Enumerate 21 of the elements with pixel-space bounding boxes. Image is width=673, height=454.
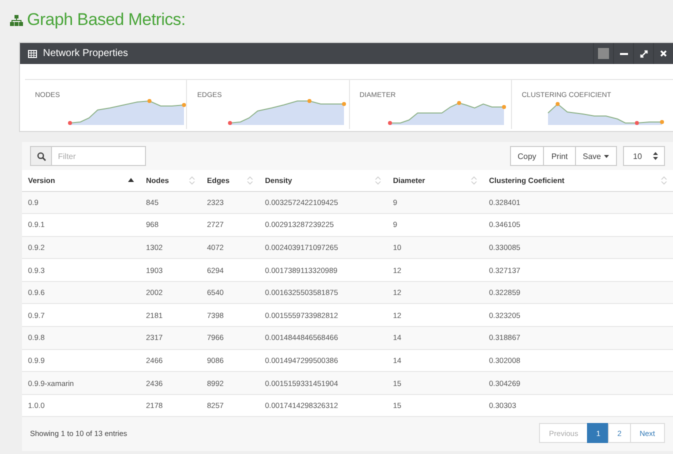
minimize-icon[interactable] [620, 52, 628, 54]
page-size-select[interactable]: 10 [623, 146, 665, 166]
close-icon[interactable] [660, 50, 667, 57]
sort-icon[interactable] [189, 176, 195, 185]
table-icon [28, 50, 37, 58]
export-button[interactable]: Copy [510, 146, 544, 166]
panel-title: Network Properties [43, 48, 128, 59]
sort-ascending-icon[interactable] [128, 178, 134, 182]
hierarchy-icon [10, 14, 23, 26]
filter-field[interactable]: Filter [52, 146, 146, 166]
expand-icon[interactable] [640, 50, 648, 58]
sort-icon[interactable] [375, 176, 381, 185]
page-title: Graph Based Metrics: [27, 10, 186, 30]
export-button[interactable]: Save [574, 146, 617, 166]
sort-icon[interactable] [661, 176, 667, 185]
sort-icon[interactable] [471, 176, 477, 185]
stepper-icon [653, 152, 658, 160]
color-swatch-icon[interactable] [598, 48, 609, 59]
search-icon [36, 152, 46, 160]
sort-icon[interactable] [247, 176, 253, 185]
export-button[interactable]: Print [543, 146, 576, 166]
